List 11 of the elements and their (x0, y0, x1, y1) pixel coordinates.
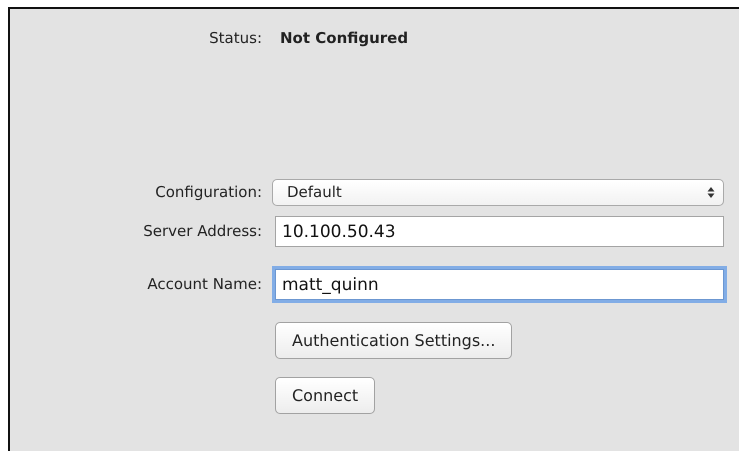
field-label: Configuration: (155, 182, 262, 204)
push-button[interactable]: Authentication Settings... (275, 322, 512, 359)
status-value: Not Configured (280, 29, 408, 47)
configuration-dropdown[interactable]: Default (272, 179, 724, 206)
text-field[interactable]: 10.100.50.43 (275, 216, 724, 247)
push-button[interactable]: Connect (275, 377, 376, 414)
field-label: Server Address: (143, 221, 262, 242)
text-field[interactable]: matt_quinn (275, 269, 724, 300)
stepper-arrows-icon (707, 186, 715, 199)
field-label: Account Name: (147, 274, 262, 296)
status-label: Status: (209, 28, 262, 49)
